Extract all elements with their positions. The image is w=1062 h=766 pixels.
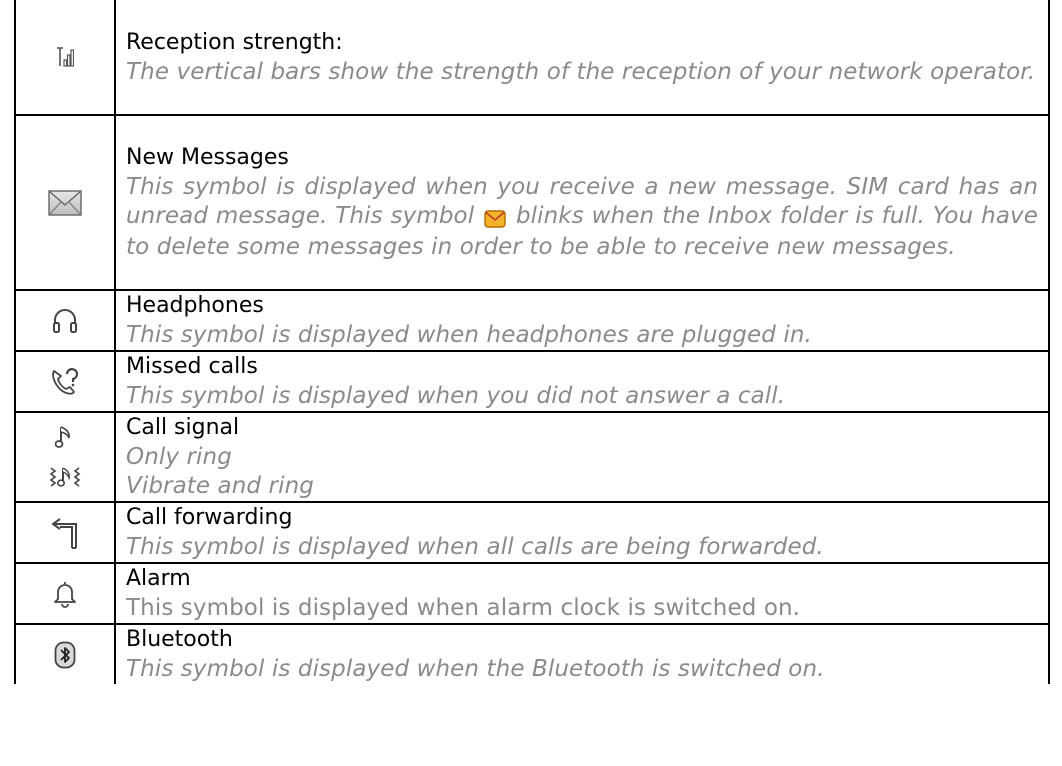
- table-row: Headphones This symbol is displayed when…: [14, 289, 1050, 352]
- row-description-vibrate: Vibrate and ring: [126, 473, 314, 499]
- row-title: Call forwarding: [126, 505, 293, 530]
- symbols-table: Reception strength: The vertical bars sh…: [14, 0, 1050, 684]
- text-cell: Headphones This symbol is displayed when…: [114, 289, 1050, 352]
- icon-cell: [14, 623, 116, 684]
- table-row: Call signal Only ring Vibrate and ring: [14, 411, 1050, 503]
- row-description: This symbol is displayed when the Blueto…: [126, 656, 825, 682]
- icon-cell: [14, 114, 116, 291]
- envelope-icon: [48, 189, 82, 216]
- row-description: This symbol is displayed when alarm cloc…: [126, 595, 801, 621]
- table-row: Reception strength: The vertical bars sh…: [14, 0, 1050, 116]
- text-cell: Call signal Only ring Vibrate and ring: [114, 411, 1050, 503]
- bluetooth-icon: [54, 641, 76, 668]
- icon-cell: [14, 289, 116, 352]
- call-forward-icon: [51, 517, 77, 549]
- icon-cell: [14, 0, 116, 116]
- table-row: New Messages This symbol is displayed wh…: [14, 114, 1050, 291]
- row-description: The vertical bars show the strength of t…: [126, 58, 1036, 85]
- ring-icon: [55, 426, 70, 448]
- table-row: Call forwarding This symbol is displayed…: [14, 501, 1050, 564]
- row-description-ring: Only ring: [126, 444, 232, 470]
- vibrate-ring-icon: [49, 467, 81, 487]
- row-description: This symbol is displayed when you did no…: [126, 383, 786, 409]
- text-cell: Alarm This symbol is displayed when alar…: [114, 562, 1050, 625]
- row-title: Missed calls: [126, 354, 258, 379]
- missed-call-icon: [52, 367, 79, 395]
- row-title: Reception strength:: [126, 29, 343, 55]
- table-row: Bluetooth This symbol is displayed when …: [14, 623, 1050, 684]
- signal-strength-icon: [57, 47, 74, 67]
- text-cell: Call forwarding This symbol is displayed…: [114, 501, 1050, 564]
- text-cell: Missed calls This symbol is displayed wh…: [114, 350, 1050, 413]
- icon-cell: [14, 562, 116, 625]
- envelope-blinking-icon: [484, 204, 506, 233]
- row-title: Headphones: [126, 293, 264, 318]
- table-row: Missed calls This symbol is displayed wh…: [14, 350, 1050, 413]
- text-cell: New Messages This symbol is displayed wh…: [114, 114, 1050, 291]
- row-title: New Messages: [126, 145, 289, 170]
- row-title: Call signal: [126, 415, 240, 440]
- headphones-icon: [53, 308, 77, 333]
- icon-cell: [14, 501, 116, 564]
- row-description: This symbol is displayed when you receiv…: [126, 173, 1038, 262]
- icon-cell: [14, 350, 116, 413]
- alarm-bell-icon: [54, 581, 76, 608]
- row-description: This symbol is displayed when headphones…: [126, 322, 812, 348]
- row-description: This symbol is displayed when all calls …: [126, 534, 824, 560]
- table-row: Alarm This symbol is displayed when alar…: [14, 562, 1050, 625]
- text-cell: Reception strength: The vertical bars sh…: [114, 0, 1050, 116]
- icon-cell: [14, 411, 116, 503]
- row-title: Bluetooth: [126, 627, 233, 652]
- row-title: Alarm: [126, 566, 191, 591]
- text-cell: Bluetooth This symbol is displayed when …: [114, 623, 1050, 684]
